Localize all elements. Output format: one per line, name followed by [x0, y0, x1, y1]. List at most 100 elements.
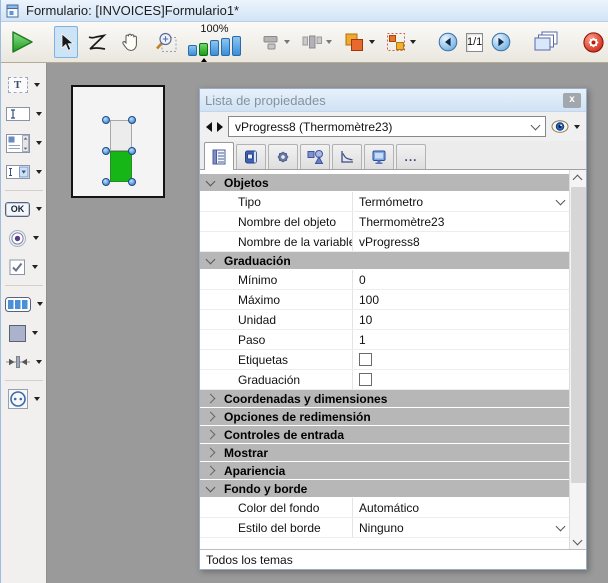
settings-tab[interactable] — [268, 144, 298, 169]
section-header-objetos[interactable]: Objetos — [200, 174, 569, 192]
options-gear-button[interactable] — [579, 26, 608, 58]
dropdown-arrow-icon[interactable] — [36, 112, 42, 116]
dropdown-arrow-icon[interactable] — [36, 141, 42, 145]
overlap-style-button[interactable] — [340, 26, 378, 58]
progress-bar-tool[interactable] — [2, 291, 46, 317]
close-button[interactable]: x — [563, 93, 581, 108]
tool-palette: T OK — [1, 63, 47, 583]
property-label: Graduación — [200, 370, 353, 389]
prev-object-icon[interactable] — [206, 122, 212, 132]
dropdown-arrow-icon[interactable] — [32, 331, 38, 335]
dropdown-arrow-icon[interactable] — [36, 360, 42, 364]
button-tool[interactable]: OK — [2, 196, 46, 222]
section-header-apariencia[interactable]: Apariencia — [200, 462, 569, 480]
selection-handle[interactable] — [102, 178, 110, 186]
object-selector-combobox[interactable]: vProgress8 (Thermomètre23) — [228, 116, 546, 137]
selection-handle[interactable] — [128, 178, 136, 186]
property-value-input[interactable]: 1 — [353, 330, 569, 349]
property-value-input[interactable]: 100 — [353, 290, 569, 309]
anchor-style-button[interactable] — [383, 26, 419, 58]
checkbox[interactable] — [359, 353, 372, 366]
edit-field-tool[interactable] — [2, 101, 46, 127]
selection-handle[interactable] — [102, 147, 110, 155]
scrollbar-thumb[interactable] — [571, 187, 586, 483]
section-header-controles[interactable]: Controles de entrada — [200, 426, 569, 444]
chart-tab[interactable] — [332, 144, 362, 169]
monitor-icon — [371, 149, 387, 165]
chevron-down-icon[interactable] — [556, 521, 566, 531]
distribute-menu-button[interactable] — [298, 26, 335, 58]
next-object-icon[interactable] — [217, 122, 223, 132]
property-label: Color del fondo — [200, 498, 353, 517]
section-header-mostrar[interactable]: Mostrar — [200, 444, 569, 462]
radio-button-tool[interactable] — [2, 225, 46, 251]
dropdown-arrow-icon[interactable] — [37, 302, 43, 306]
progress-bar-icon — [5, 297, 31, 312]
chevron-down-icon — [206, 483, 216, 493]
display-tab[interactable] — [364, 144, 394, 169]
property-value-input[interactable]: 0 — [353, 270, 569, 289]
section-header-fondo[interactable]: Fondo y borde — [200, 480, 569, 498]
prev-page-button[interactable] — [435, 26, 461, 58]
spin-control-tool[interactable] — [2, 386, 46, 412]
checkbox-tool[interactable] — [2, 254, 46, 280]
section-header-redimension[interactable]: Opciones de redimensión — [200, 408, 569, 426]
page-indicator-input[interactable]: 1/1 — [466, 33, 483, 52]
vertical-scrollbar[interactable] — [569, 170, 586, 549]
curve-icon — [339, 149, 355, 165]
property-value-input[interactable]: 10 — [353, 310, 569, 329]
property-value-dropdown[interactable]: Termómetro — [353, 192, 569, 211]
shape-tool[interactable] — [2, 320, 46, 346]
selection-handle[interactable] — [128, 116, 136, 124]
zoom-magnifier-icon — [153, 31, 178, 53]
run-button[interactable] — [6, 26, 38, 58]
dropdown-arrow-icon[interactable] — [33, 236, 39, 240]
dropdown-arrow-icon[interactable] — [34, 83, 40, 87]
thermometer-value-part — [110, 151, 132, 182]
checkbox-icon — [9, 259, 26, 276]
dropdown-arrow-icon[interactable] — [34, 397, 40, 401]
checkbox[interactable] — [359, 373, 372, 386]
selection-handle[interactable] — [102, 116, 110, 124]
chevron-down-icon[interactable] — [556, 195, 566, 205]
notes-tab[interactable] — [236, 144, 266, 169]
window-titlebar: Formulario: [INVOICES]Formulario1* — [1, 0, 608, 22]
dropdown-arrow-icon[interactable] — [36, 207, 42, 211]
panel-status-bar: Todos los temas — [200, 549, 586, 569]
section-header-coordenadas[interactable]: Coordenadas y dimensiones — [200, 390, 569, 408]
property-row: Unidad 10 — [200, 310, 569, 330]
scroll-down-icon[interactable] — [573, 536, 583, 546]
static-text-tool[interactable]: T — [2, 72, 46, 98]
zoom-bars-icon[interactable] — [188, 36, 241, 56]
dropdown-arrow-icon[interactable] — [36, 170, 42, 174]
run-icon — [9, 30, 35, 54]
details-tab[interactable] — [204, 142, 234, 170]
more-tab[interactable]: ... — [396, 144, 426, 169]
zoom-tool-button[interactable] — [150, 26, 181, 58]
property-value-input[interactable]: Thermomètre23 — [353, 212, 569, 231]
distribute-icon — [301, 33, 323, 51]
dropdown-arrow-icon[interactable] — [32, 265, 38, 269]
tab-order-tool-button[interactable] — [83, 26, 111, 58]
align-menu-button[interactable] — [259, 26, 293, 58]
list-box-tool[interactable] — [2, 130, 46, 156]
form-page[interactable] — [71, 85, 165, 198]
visibility-menu-button[interactable] — [551, 120, 580, 133]
select-tool-button[interactable] — [54, 26, 78, 58]
splitter-tool[interactable] — [2, 349, 46, 375]
pan-tool-button[interactable] — [116, 26, 145, 58]
property-label: Mínimo — [200, 270, 353, 289]
selection-handle[interactable] — [128, 147, 136, 155]
properties-panel-titlebar[interactable]: Lista de propiedades x — [200, 89, 586, 112]
scroll-up-icon[interactable] — [573, 175, 583, 185]
section-header-graduacion[interactable]: Graduación — [200, 252, 569, 270]
content-tab[interactable] — [300, 144, 330, 169]
next-page-button[interactable] — [488, 26, 514, 58]
pages-stack-icon — [533, 30, 560, 54]
pages-button[interactable] — [530, 26, 563, 58]
combo-box-tool[interactable] — [2, 159, 46, 185]
property-value-input[interactable]: Automático — [353, 498, 569, 517]
zoom-level-widget[interactable]: 100% — [188, 22, 241, 62]
property-value-dropdown[interactable]: Ninguno — [353, 518, 569, 537]
property-value-input[interactable]: vProgress8 — [353, 232, 569, 251]
